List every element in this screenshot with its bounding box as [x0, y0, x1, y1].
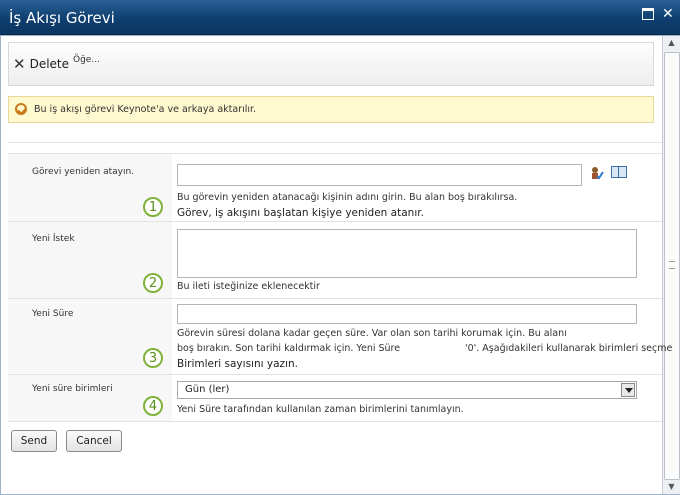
delete-label: Delete — [29, 57, 70, 71]
vertical-scrollbar[interactable]: ▲ ▼ — [662, 36, 680, 494]
workflow-status-icon — [15, 103, 27, 115]
reassign-desc-1: Bu görevin yeniden atanacağı kişinin adı… — [177, 192, 518, 203]
scroll-down-icon[interactable]: ▼ — [663, 480, 680, 494]
cancel-button[interactable]: Cancel — [66, 430, 122, 452]
delete-x-icon: ✕ — [13, 55, 26, 73]
address-book-icon[interactable] — [611, 166, 627, 178]
reassign-desc-2: Görev, iş akışını başlatan kişiye yenide… — [177, 207, 424, 219]
request-desc-1: Bu ileti isteğinize eklenecektir — [177, 281, 320, 292]
duration-label: Yeni Süre — [32, 309, 74, 319]
scrollbar-thumb[interactable] — [664, 52, 680, 480]
form-top-divider — [8, 142, 662, 143]
ribbon-toolbar: ✕ Delete Öğe... — [8, 42, 654, 86]
request-textarea[interactable] — [177, 229, 637, 278]
units-selected-value: Gün (ler) — [185, 384, 230, 395]
step-marker-4: 4 — [143, 396, 163, 416]
duration-desc-2a: boş bırakın. Son tarihi kaldırmak için. … — [177, 343, 401, 354]
step-marker-3: 3 — [143, 348, 163, 368]
status-message-bar: Bu iş akışı görevi Keynote'a ve arkaya a… — [8, 96, 654, 123]
scroll-up-icon[interactable]: ▲ — [663, 36, 680, 50]
units-select[interactable]: Gün (ler) — [177, 381, 637, 399]
reassign-label: Görevi yeniden atayın. — [32, 167, 135, 177]
units-label: Yeni süre birimleri — [32, 384, 113, 394]
status-text: Bu iş akışı görevi Keynote'a ve arkaya a… — [34, 104, 257, 115]
window-title: İş Akışı Görevi — [9, 9, 115, 27]
step-marker-1: 1 — [143, 197, 163, 217]
scrollbar-grip-icon — [669, 261, 675, 269]
close-icon[interactable]: ✕ — [662, 7, 674, 21]
reassign-input[interactable] — [177, 164, 582, 186]
send-button[interactable]: Send — [11, 430, 57, 452]
duration-desc-3: Birimleri sayısını yazın. — [177, 358, 298, 370]
window-titlebar: İş Akışı Görevi ✕ — [0, 0, 680, 35]
chevron-down-icon[interactable] — [621, 383, 635, 397]
check-names-icon[interactable] — [590, 166, 604, 180]
item-label: Öğe... — [73, 55, 100, 65]
delete-button[interactable]: ✕ Delete — [13, 53, 69, 75]
duration-desc-2b: '0'. Aşağıdakileri kullanarak birimleri … — [465, 343, 673, 354]
maximize-icon[interactable] — [642, 8, 654, 20]
duration-input[interactable] — [177, 304, 637, 324]
step-marker-2: 2 — [143, 273, 163, 293]
duration-desc-1: Görevin süresi dolana kadar geçen süre. … — [177, 328, 567, 339]
units-desc-1: Yeni Süre tarafından kullanılan zaman bi… — [177, 404, 464, 415]
form-bottom-divider — [8, 421, 662, 422]
request-label: Yeni İstek — [32, 234, 75, 244]
